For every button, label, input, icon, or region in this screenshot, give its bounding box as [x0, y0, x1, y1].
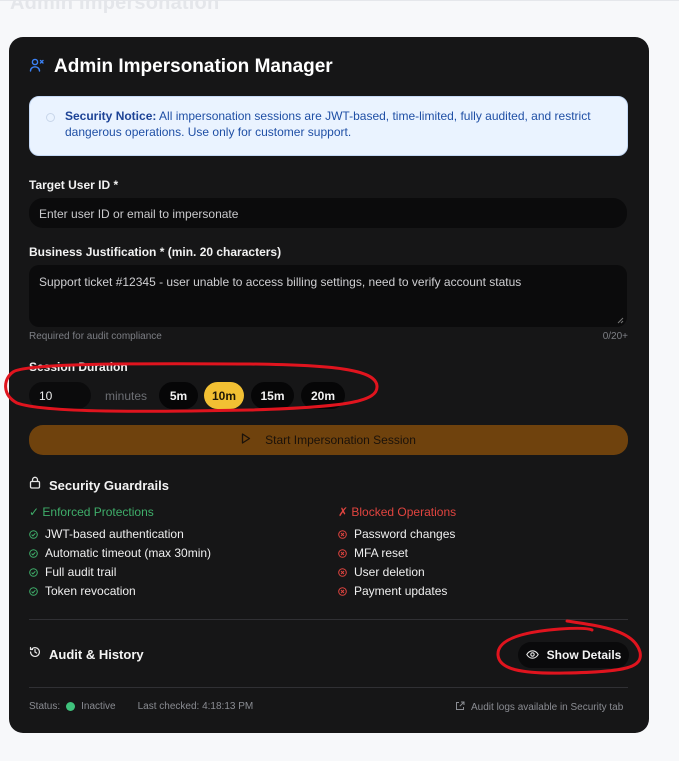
audit-header: Audit & History [29, 645, 144, 663]
blocked-item-text: Payment updates [354, 584, 448, 598]
enforced-item-text: Full audit trail [45, 565, 117, 579]
blocked-list: Password changes MFA reset User deletion… [338, 525, 455, 601]
list-item: Full audit trail [29, 563, 211, 582]
duration-option-20m[interactable]: 20m [301, 382, 345, 409]
status-footer: Status: Inactive Last checked: 4:18:13 P… [29, 701, 253, 712]
list-item: Automatic timeout (max 30min) [29, 544, 211, 563]
page-heading: Admin Impersonation [10, 0, 220, 14]
justification-textarea[interactable]: Support ticket #12345 - user unable to a… [29, 265, 627, 327]
guardrails-header: Security Guardrails [29, 476, 169, 494]
security-notice-text: Security Notice: All impersonation sessi… [65, 108, 615, 140]
show-details-button[interactable]: Show Details [518, 642, 629, 668]
list-item: Password changes [338, 525, 455, 544]
external-link-icon [455, 701, 465, 714]
duration-option-10m[interactable]: 10m [204, 382, 244, 409]
enforced-item-text: Automatic timeout (max 30min) [45, 546, 212, 560]
blocked-circle-icon [338, 587, 347, 596]
enforced-item-text: Token revocation [45, 584, 136, 598]
check-circle-icon [29, 530, 38, 539]
blocked-item-text: User deletion [354, 565, 425, 579]
divider [29, 687, 628, 688]
justification-value: Support ticket #12345 - user unable to a… [39, 275, 522, 289]
blocked-title: ✗ Blocked Operations [338, 505, 457, 519]
list-item: User deletion [338, 563, 455, 582]
play-icon [241, 433, 251, 447]
status-value: Inactive [81, 701, 116, 712]
target-user-label: Target User ID * [29, 178, 119, 192]
history-icon [29, 645, 41, 663]
justification-hint: Required for audit compliance [29, 331, 162, 342]
duration-option-5m[interactable]: 5m [159, 382, 198, 409]
audit-logs-text: Audit logs available in Security tab [471, 702, 624, 713]
justification-counter: 0/20+ [602, 331, 628, 342]
check-circle-icon [29, 568, 38, 577]
blocked-circle-icon [338, 530, 347, 539]
card-header: Admin Impersonation Manager [29, 56, 333, 78]
session-duration-label: Session Duration [29, 360, 128, 374]
start-session-button[interactable]: Start Impersonation Session [29, 425, 628, 455]
blocked-circle-icon [338, 549, 347, 558]
duration-option-15m[interactable]: 15m [251, 382, 294, 409]
list-item: JWT-based authentication [29, 525, 211, 544]
enforced-title: ✓ Enforced Protections [29, 505, 154, 519]
show-details-label: Show Details [546, 648, 622, 662]
impersonation-card: Admin Impersonation Manager Security Not… [9, 37, 649, 733]
duration-unit: minutes [105, 389, 148, 403]
status-dot-icon [66, 702, 76, 711]
security-notice-label: Security Notice: [65, 109, 157, 123]
blocked-circle-icon [338, 568, 347, 577]
divider [29, 619, 628, 620]
list-item: Token revocation [29, 582, 211, 601]
blocked-item-text: Password changes [354, 527, 456, 541]
blocked-item-text: MFA reset [354, 546, 409, 560]
user-switch-icon [29, 57, 45, 78]
check-circle-icon [29, 549, 38, 558]
enforced-list: JWT-based authentication Automatic timeo… [29, 525, 211, 601]
info-icon [46, 113, 55, 122]
status-label: Status: [29, 701, 61, 712]
resize-handle-icon[interactable] [617, 317, 624, 324]
card-title: Admin Impersonation Manager [54, 56, 333, 77]
list-item: Payment updates [338, 582, 455, 601]
eye-icon [525, 648, 539, 662]
audit-title: Audit & History [49, 646, 144, 662]
duration-input[interactable]: 10 [29, 382, 91, 409]
audit-logs-note[interactable]: Audit logs available in Security tab [455, 701, 623, 714]
enforced-item-text: JWT-based authentication [45, 527, 184, 541]
check-circle-icon [29, 587, 38, 596]
justification-label: Business Justification * (min. 20 charac… [29, 245, 282, 259]
start-session-label: Start Impersonation Session [265, 433, 416, 447]
target-user-input[interactable]: Enter user ID or email to impersonate [29, 198, 627, 228]
security-notice: Security Notice: All impersonation sessi… [29, 96, 628, 156]
last-checked: Last checked: 4:18:13 PM [137, 701, 254, 712]
lock-icon [29, 476, 41, 494]
guardrails-title: Security Guardrails [49, 477, 169, 493]
list-item: MFA reset [338, 544, 455, 563]
